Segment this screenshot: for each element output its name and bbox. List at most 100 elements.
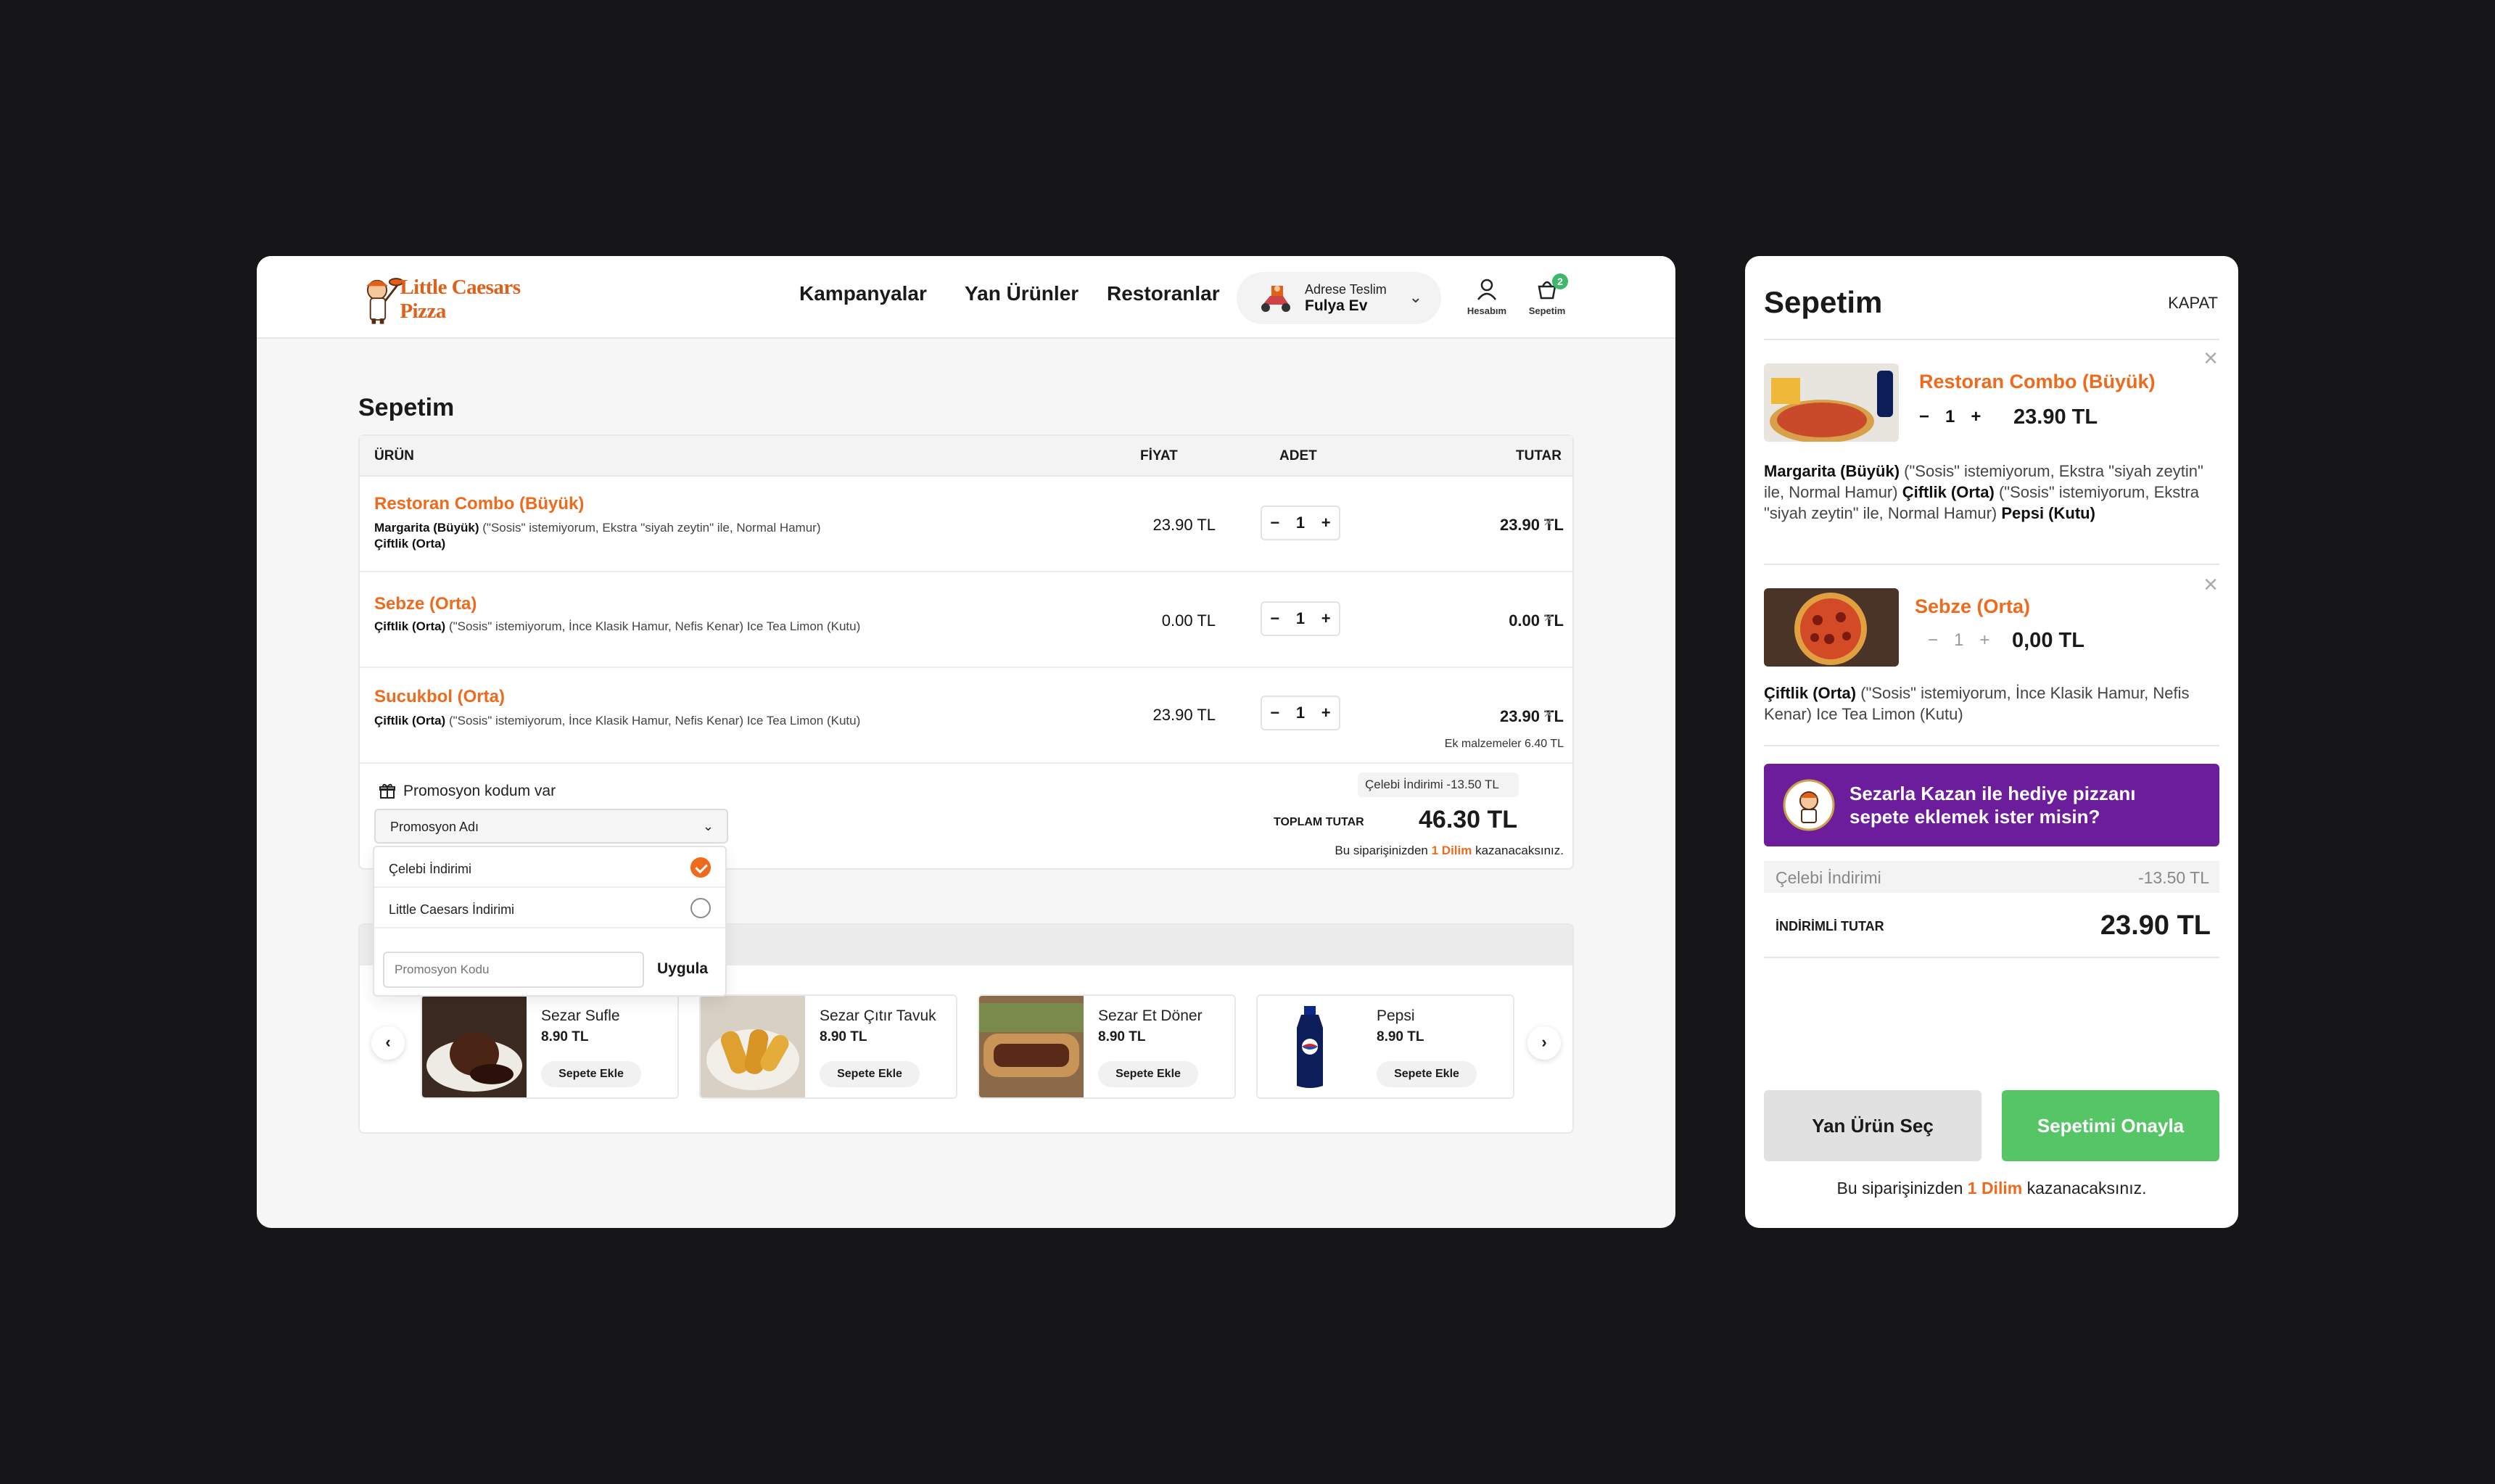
minus-button[interactable]: −: [1270, 609, 1279, 628]
discount-chip: Çelebi İndirimi -13.50 TL: [1358, 772, 1519, 797]
add-to-cart-button[interactable]: Sepete Ekle: [541, 1061, 641, 1087]
item-name[interactable]: Sucukbol (Orta): [374, 687, 505, 707]
mascot-badge-icon: [1783, 779, 1835, 831]
carousel-prev-button[interactable]: ‹: [371, 1026, 405, 1060]
quantity-stepper[interactable]: −1 +: [1261, 506, 1340, 540]
quantity-value: 1: [1295, 514, 1306, 532]
product-price: 8.90 TL: [1377, 1029, 1424, 1044]
side-cart-panel: Sepetim KAPAT Restoran Combo (Büyük) −1 +…: [1745, 256, 2238, 1228]
account-button[interactable]: Hesabım: [1461, 278, 1512, 316]
discount-label: Çelebi İndirimi: [1776, 868, 1881, 887]
add-to-cart-button[interactable]: Sepete Ekle: [820, 1061, 920, 1087]
carousel-next-button[interactable]: ›: [1527, 1026, 1561, 1060]
quantity-stepper[interactable]: −1 +: [1928, 630, 1989, 651]
minus-button[interactable]: −: [1270, 514, 1279, 532]
product-name: Sezar Çıtır Tavuk: [820, 1007, 936, 1024]
confirm-cart-button[interactable]: Sepetimi Onayla: [2002, 1090, 2219, 1161]
plus-button[interactable]: +: [1979, 630, 1989, 651]
remove-item-icon[interactable]: ×: [1543, 609, 1553, 627]
item-name[interactable]: Sebze (Orta): [374, 594, 477, 614]
discount-value: -13.50 TL: [2137, 868, 2209, 887]
plus-button[interactable]: +: [1321, 514, 1331, 532]
select-side-products-button[interactable]: Yan Ürün Seç: [1764, 1090, 1981, 1161]
add-to-cart-button[interactable]: Sepete Ekle: [1377, 1061, 1477, 1087]
promo-option-label: Little Caesars İndirimi: [389, 902, 515, 917]
side-item-name[interactable]: Restoran Combo (Büyük): [1919, 371, 2156, 393]
table-row: Restoran Combo (Büyük) Margarita (Büyük)…: [360, 477, 1572, 572]
quantity-stepper[interactable]: −1 +: [1261, 696, 1340, 730]
address-value: Fulya Ev: [1305, 297, 1368, 314]
minus-button[interactable]: −: [1919, 407, 1929, 427]
address-label: Adrese Teslim: [1305, 281, 1387, 297]
doner-image: [979, 996, 1084, 1097]
total-value: 46.30 TL: [1419, 806, 1518, 833]
promo-select-value: Promosyon Adı: [390, 820, 479, 834]
remove-item-icon[interactable]: ×: [2203, 345, 2218, 373]
plus-button[interactable]: +: [1321, 609, 1331, 628]
cart-count-badge: 2: [1552, 273, 1568, 289]
minus-button[interactable]: −: [1928, 630, 1938, 651]
apply-promo-button[interactable]: Uygula: [657, 960, 708, 978]
remove-item-icon[interactable]: ×: [1543, 704, 1553, 723]
table-row: Sucukbol (Orta) Çiftlik (Orta) ("Sosis" …: [360, 668, 1572, 764]
close-button[interactable]: KAPAT: [2168, 294, 2218, 313]
remove-item-icon[interactable]: ×: [1543, 513, 1553, 532]
table-header: ÜRÜN FİYAT ADET TUTAR: [360, 436, 1572, 477]
col-total: TUTAR: [1516, 448, 1562, 463]
side-cart-title: Sepetim: [1764, 285, 1883, 319]
top-header: Little Caesars Pizza Kampanyalar Yan Ürü…: [257, 256, 1675, 339]
add-to-cart-button[interactable]: Sepete Ekle: [1098, 1061, 1198, 1087]
item-price: 0.00 TL: [1161, 611, 1216, 630]
quantity-stepper[interactable]: −1 +: [1919, 407, 1981, 427]
product-card: Sezar Çıtır Tavuk 8.90 TL Sepete Ekle: [699, 994, 957, 1099]
quantity-stepper[interactable]: −1 +: [1261, 601, 1340, 636]
nav-yan-urunler[interactable]: Yan Ürünler: [965, 282, 1079, 305]
brand-logo[interactable]: Little Caesars Pizza: [357, 272, 560, 327]
delivery-address-selector[interactable]: Adrese Teslim Fulya Ev ⌄: [1237, 272, 1441, 324]
plus-button[interactable]: +: [1321, 704, 1331, 722]
sezarla-kazan-banner[interactable]: Sezarla Kazan ile hediye pizzanı sepete …: [1764, 764, 2219, 846]
side-item-total: 23.90 TL: [2013, 405, 2098, 429]
item-description: Çiftlik (Orta) ("Sosis" istemiyorum, İnc…: [374, 714, 861, 727]
gift-icon: [379, 783, 395, 799]
pizza-image: [1764, 588, 1899, 667]
promo-option-celebi[interactable]: Çelebi İndirimi: [374, 847, 725, 888]
quantity-value: 1: [1295, 609, 1306, 627]
minus-button[interactable]: −: [1270, 704, 1279, 722]
col-qty: ADET: [1279, 448, 1317, 463]
page-title: Sepetim: [358, 394, 455, 421]
product-price: 8.90 TL: [541, 1029, 589, 1044]
pepsi-bottle-image: [1258, 996, 1362, 1097]
item-price: 23.90 TL: [1152, 516, 1216, 534]
nav-kampanyalar[interactable]: Kampanyalar: [799, 282, 927, 305]
plus-button[interactable]: +: [1971, 407, 1981, 427]
brand-name: Little Caesars Pizza: [400, 276, 521, 323]
side-item-name[interactable]: Sebze (Orta): [1915, 595, 2030, 618]
col-price: FİYAT: [1140, 448, 1178, 463]
cart-label: Sepetim: [1528, 305, 1566, 316]
banner-text: Sezarla Kazan ile hediye pizzanı sepete …: [1849, 783, 2136, 828]
promo-toggle[interactable]: Promosyon kodum var: [379, 783, 556, 800]
promo-toggle-label: Promosyon kodum var: [403, 783, 556, 799]
quantity-value: 1: [1295, 704, 1306, 722]
promo-dropdown: Çelebi İndirimi Little Caesars İndirimi …: [373, 846, 727, 997]
crispy-chicken-image: [701, 996, 805, 1097]
item-description: Margarita (Büyük) ("Sosis" istemiyorum, …: [374, 521, 821, 551]
caesar-mascot-icon: [366, 278, 404, 324]
nav-restoranlar[interactable]: Restoranlar: [1107, 282, 1220, 305]
product-name: Sezar Et Döner: [1098, 1007, 1203, 1024]
radio-checked-icon[interactable]: [690, 857, 711, 878]
promo-code-input[interactable]: [383, 952, 644, 988]
remove-item-icon[interactable]: ×: [2203, 571, 2218, 599]
promo-select[interactable]: Promosyon Adı ⌄: [374, 809, 728, 844]
item-name[interactable]: Restoran Combo (Büyük): [374, 494, 584, 514]
earn-note: Bu siparişinizden 1 Dilim kazanacaksınız…: [1836, 1179, 2147, 1197]
souffle-image: [422, 996, 527, 1097]
item-description: Çiftlik (Orta) ("Sosis" istemiyorum, İnc…: [374, 619, 861, 633]
chevron-down-icon: ⌄: [702, 819, 714, 833]
promo-option-little-caesars[interactable]: Little Caesars İndirimi: [374, 888, 725, 928]
cart-button[interactable]: Sepetim 2: [1522, 273, 1572, 316]
radio-unchecked-icon[interactable]: [690, 898, 711, 918]
delivery-scooter-icon: [1261, 286, 1290, 312]
divider: [1764, 564, 2219, 565]
